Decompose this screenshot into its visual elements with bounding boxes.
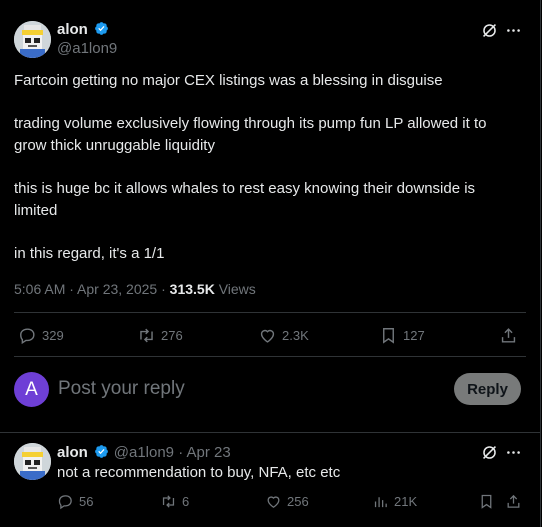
divider	[0, 432, 540, 433]
post-text-line: trading volume exclusively flowing throu…	[14, 115, 487, 132]
author-handle[interactable]: @a1lon9	[57, 40, 117, 57]
reply-author-name[interactable]: alon	[57, 444, 88, 461]
reply-author-avatar[interactable]	[14, 443, 51, 480]
post-text-line: grow thick unruggable liquidity	[14, 137, 215, 154]
reply-action[interactable]: 329	[18, 326, 64, 345]
reply-reply-action[interactable]: 56	[57, 493, 93, 510]
divider	[14, 356, 526, 357]
repost-icon	[162, 495, 175, 508]
bookmark-icon	[383, 328, 394, 344]
post-text-line: in this regard, it's a 1/1	[14, 245, 165, 262]
views-count: 313.5K	[169, 281, 215, 297]
repost-icon	[140, 328, 153, 343]
reply-reply-count: 56	[79, 494, 94, 509]
divider	[14, 312, 526, 313]
bookmark-action[interactable]: 127	[379, 326, 425, 345]
bookmark-icon	[481, 494, 492, 509]
reply-count: 329	[42, 328, 64, 343]
user-avatar[interactable]: A	[14, 372, 49, 407]
verified-badge-icon	[94, 444, 109, 459]
post-text-line: this is huge bc it allows whales to rest…	[14, 180, 476, 197]
reply-button[interactable]: Reply	[454, 373, 521, 405]
post-text-line: Fartcoin getting no major CEX listings w…	[14, 72, 443, 89]
reply-bookmark-action[interactable]	[478, 493, 495, 510]
post-text-line: limited	[14, 202, 58, 219]
more-options-icon[interactable]	[505, 22, 522, 44]
reply-header: alon @a1lon9 · Apr 23	[57, 444, 231, 462]
author-name[interactable]: alon	[57, 21, 88, 38]
grok-icon[interactable]	[481, 22, 498, 44]
post-meta: 5:06 AM · Apr 23, 2025 · 313.5K Views	[14, 281, 256, 297]
grok-icon[interactable]	[481, 444, 498, 466]
reply-input[interactable]: Post your reply	[58, 378, 185, 400]
reply-text: not a recommendation to buy, NFA, etc et…	[57, 464, 341, 481]
reply-like-count: 256	[287, 494, 309, 509]
reply-repost-count: 6	[182, 494, 190, 509]
more-options-icon[interactable]	[505, 444, 522, 466]
like-action[interactable]: 2.3K	[258, 326, 309, 345]
share-icon	[501, 328, 516, 343]
share-icon	[507, 494, 520, 508]
repost-action[interactable]: 276	[137, 326, 183, 345]
author-avatar[interactable]	[14, 21, 51, 58]
reply-icon	[58, 495, 72, 510]
verified-badge-icon	[94, 21, 109, 36]
share-action[interactable]	[499, 326, 518, 345]
reply-views-action[interactable]: 21K	[372, 493, 417, 510]
heart-icon	[267, 496, 280, 508]
heart-icon	[260, 329, 275, 343]
analytics-icon	[374, 497, 387, 508]
views-label: Views	[214, 281, 256, 297]
reply-share-action[interactable]	[505, 493, 522, 510]
like-count: 2.3K	[282, 328, 309, 343]
reply-views-count: 21K	[394, 494, 418, 509]
author-name-row: alon	[57, 21, 109, 39]
reply-like-action[interactable]: 256	[265, 493, 309, 510]
reply-author-handle[interactable]: @a1lon9 · Apr 23	[114, 444, 231, 461]
repost-count: 276	[161, 328, 183, 343]
reply-icon	[20, 328, 35, 345]
tweet-frame: alon @a1lon9 Fartcoin getting no major C…	[0, 0, 541, 527]
bookmark-count: 127	[403, 328, 425, 343]
reply-repost-action[interactable]: 6	[160, 493, 189, 510]
post-timestamp[interactable]: 5:06 AM · Apr 23, 2025 ·	[14, 281, 170, 297]
